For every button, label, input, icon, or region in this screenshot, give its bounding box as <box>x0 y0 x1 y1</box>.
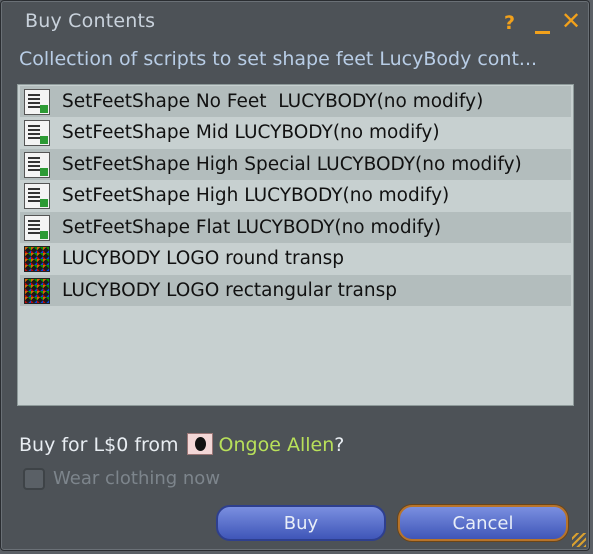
item-label: SetFeetShape No Feet LUCYBODY(no modify) <box>62 91 484 112</box>
minimize-icon[interactable] <box>534 16 550 34</box>
close-icon[interactable]: ✕ <box>561 9 581 33</box>
script-icon <box>24 215 50 241</box>
list-item[interactable]: LUCYBODY LOGO rectangular transp <box>20 275 571 306</box>
list-item[interactable]: SetFeetShape High Special LUCYBODY(no mo… <box>20 149 571 180</box>
title-bar[interactable]: Buy Contents ? ✕ <box>1 1 589 43</box>
purchase-prefix: Buy for L$0 from <box>19 434 179 456</box>
item-label: LUCYBODY LOGO round transp <box>62 248 345 269</box>
item-label: SetFeetShape Mid LUCYBODY(no modify) <box>62 122 440 143</box>
purchase-suffix: ? <box>334 434 345 456</box>
script-icon <box>24 120 50 146</box>
cancel-button[interactable]: Cancel <box>398 505 568 541</box>
wear-clothing-checkbox[interactable] <box>23 468 45 490</box>
resize-handle[interactable] <box>572 533 586 547</box>
list-item[interactable]: SetFeetShape Flat LUCYBODY(no modify) <box>20 212 571 243</box>
contents-description: Collection of scripts to set shape feet … <box>19 48 538 70</box>
wear-clothing-label: Wear clothing now <box>53 468 221 489</box>
buy-contents-floater: Buy Contents ? ✕ Collection of scripts t… <box>0 0 590 551</box>
list-item[interactable]: SetFeetShape High LUCYBODY(no modify) <box>20 180 571 211</box>
contents-list[interactable]: SetFeetShape No Feet LUCYBODY(no modify)… <box>17 84 574 406</box>
texture-icon <box>24 246 50 272</box>
item-label: LUCYBODY LOGO rectangular transp <box>62 280 397 301</box>
item-label: SetFeetShape Flat LUCYBODY(no modify) <box>62 217 442 238</box>
purchase-summary: Buy for L$0 from Ongoe Allen? <box>19 433 344 456</box>
list-item[interactable]: LUCYBODY LOGO round transp <box>20 243 571 274</box>
window-title: Buy Contents <box>25 10 156 32</box>
seller-link[interactable]: Ongoe Allen <box>219 434 335 456</box>
help-icon[interactable]: ? <box>504 13 515 33</box>
texture-icon <box>24 278 50 304</box>
item-label: SetFeetShape High LUCYBODY(no modify) <box>62 185 450 206</box>
script-icon <box>24 183 50 209</box>
avatar-icon <box>186 433 213 455</box>
script-icon <box>24 89 50 115</box>
list-item[interactable]: SetFeetShape No Feet LUCYBODY(no modify) <box>20 86 571 117</box>
buy-button[interactable]: Buy <box>216 505 386 541</box>
item-label: SetFeetShape High Special LUCYBODY(no mo… <box>62 154 522 175</box>
list-item[interactable]: SetFeetShape Mid LUCYBODY(no modify) <box>20 117 571 148</box>
script-icon <box>24 152 50 178</box>
